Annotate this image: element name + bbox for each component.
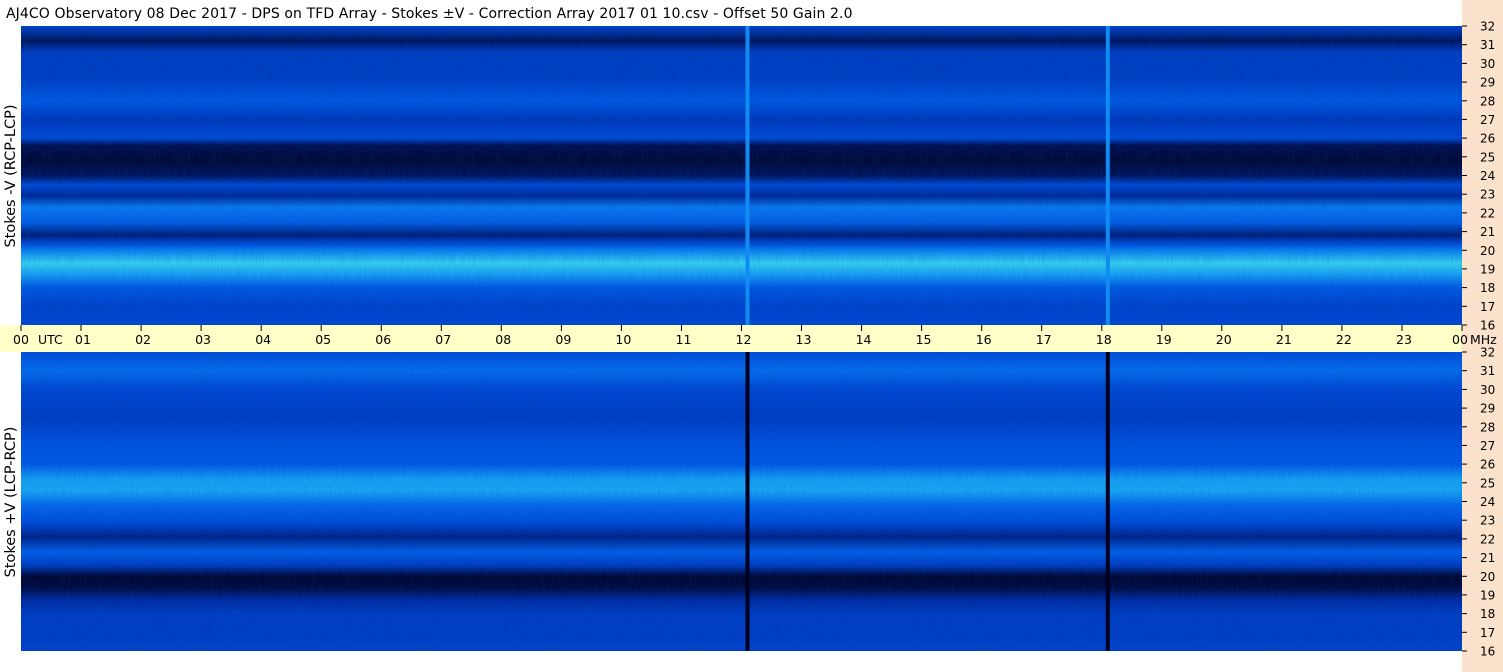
frequency-tick-label: 25 [1480,150,1495,164]
time-tick-label: 07 [435,332,451,347]
frequency-tick-label: 26 [1480,132,1495,146]
time-tick-label: 19 [1156,332,1172,347]
bottom-frequency-axis: 16 17 18 19 20 21 22 23 24 25 26 27 28 29 30 31 32 [1462,346,1495,659]
time-tick-label: 18 [1096,332,1112,347]
time-tick-label: 21 [1276,332,1292,347]
time-tick-label: 08 [495,332,511,347]
time-tick-label: 22 [1336,332,1352,347]
time-tick-label: 00 [13,332,29,347]
time-tick-label: 14 [856,332,872,347]
spectrogram-svg: 00 01 02 03 04 05 06 07 08 09 10 11 12 13 14 15 16 17 18 19… [0,20,1497,659]
frequency-tick-label: 22 [1480,206,1495,220]
frequency-tick-label: 23 [1480,188,1495,202]
frequency-tick-label: 28 [1480,420,1495,434]
time-tick-label: 13 [796,332,812,347]
frequency-tick-label: 23 [1480,514,1495,528]
vertical-line [1105,26,1110,325]
time-tick-label: 02 [135,332,151,347]
frequency-tick-label: 27 [1480,113,1495,127]
vertical-line [745,352,750,651]
frequency-tick-label: 19 [1480,262,1495,276]
time-tick-label: 12 [736,332,752,347]
frequency-tick-label: 20 [1480,244,1495,258]
time-tick-label: 11 [676,332,692,347]
bottom-y-axis-label: Stokes +V (LCP-RCP) [3,426,19,578]
frequency-tick-label: 32 [1480,346,1495,360]
frequency-tick-label: 24 [1480,495,1495,509]
time-tick-label: 05 [315,332,331,347]
time-tick-label: 09 [555,332,571,347]
bottom-panel [21,352,1462,651]
frequency-tick-label: 18 [1480,281,1495,295]
frequency-tick-label: 17 [1480,626,1495,640]
time-tick-label: 20 [1216,332,1232,347]
time-tick-label: 04 [255,332,271,347]
time-tick-label: 23 [1396,332,1412,347]
time-tick-label: 10 [615,332,631,347]
frequency-tick-label: 30 [1480,57,1495,71]
time-tick-label: 17 [1036,332,1052,347]
time-tick-label: 15 [916,332,932,347]
frequency-tick-label: 16 [1480,645,1495,659]
frequency-tick-label: 17 [1480,300,1495,314]
frequency-tick-label: 24 [1480,169,1495,183]
vertical-line [1105,352,1110,651]
top-frequency-axis: 16 17 18 19 20 21 22 23 24 25 26 27 28 29 30 31 32 [1462,20,1495,333]
time-tick-label: 06 [375,332,391,347]
frequency-tick-label: 18 [1480,607,1495,621]
time-axis-band [0,325,1462,352]
frequency-tick-label: 22 [1480,532,1495,546]
frequency-tick-label: 31 [1480,38,1495,52]
time-tick-label: 03 [195,332,211,347]
time-unit-label: UTC [38,332,63,347]
time-tick-label: 16 [976,332,992,347]
frequency-tick-label: 21 [1480,551,1495,565]
bottom-heatmap-texture [21,352,1462,651]
frequency-tick-label: 29 [1480,76,1495,90]
frequency-tick-label: 32 [1480,20,1495,34]
frequency-tick-label: 27 [1480,439,1495,453]
top-panel [21,26,1462,325]
frequency-tick-label: 30 [1480,383,1495,397]
frequency-tick-label: 26 [1480,458,1495,472]
vertical-line [745,26,750,325]
frequency-tick-label: 28 [1480,94,1495,108]
time-tick-label: 00 [1452,332,1468,347]
frequency-tick-label: 21 [1480,225,1495,239]
frequency-tick-label: 29 [1480,402,1495,416]
frequency-tick-label: 19 [1480,588,1495,602]
top-heatmap-texture [21,26,1462,325]
frequency-tick-label: 20 [1480,570,1495,584]
time-tick-label: 01 [75,332,91,347]
frequency-tick-label: 25 [1480,476,1495,490]
frequency-tick-label: 16 [1480,319,1495,333]
top-y-axis-label: Stokes -V (RCP-LCP) [3,104,19,248]
frequency-tick-label: 31 [1480,364,1495,378]
